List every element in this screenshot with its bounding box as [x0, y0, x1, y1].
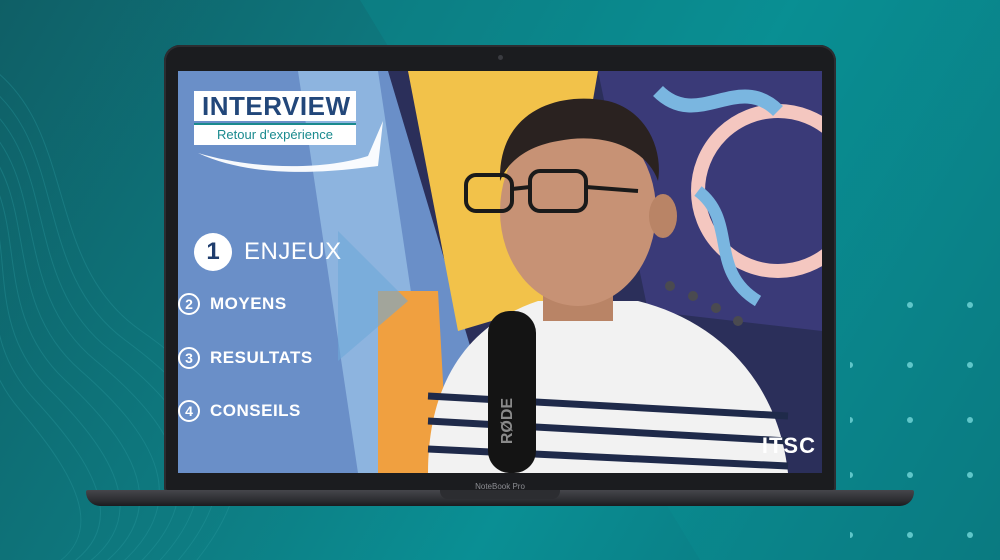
laptop-notch: [440, 490, 560, 499]
chapter-item-active[interactable]: 1 ENJEUX: [194, 233, 342, 271]
chapter-number: 2: [178, 293, 200, 315]
itsc-watermark: ITSC: [761, 433, 816, 458]
decorative-dots: [850, 302, 973, 538]
svg-text:RØDE: RØDE: [499, 398, 516, 445]
chapter-label: ENJEUX: [244, 238, 342, 265]
chapter-number: 4: [178, 400, 200, 422]
chapter-number: 3: [178, 347, 200, 369]
video-screen[interactable]: RØDE INTERVIEW Retour d'expérience 1 ENJ…: [178, 71, 822, 473]
chapter-item-4[interactable]: 4 CONSEILS: [178, 400, 301, 422]
laptop-model-label: NoteBook Pro: [475, 482, 525, 491]
chapter-item-3[interactable]: 3 RESULTATS: [178, 347, 313, 369]
webcam-icon: [498, 55, 503, 60]
chapter-label: CONSEILS: [210, 401, 301, 420]
chapter-item-2[interactable]: 2 MOYENS: [178, 293, 287, 315]
logo-subtitle: Retour d'expérience: [194, 123, 356, 145]
interview-logo: INTERVIEW Retour d'expérience: [194, 91, 356, 171]
chapter-number: 1: [194, 233, 232, 271]
logo-title: INTERVIEW: [194, 91, 356, 121]
chapter-label: RESULTATS: [210, 348, 313, 367]
chapter-label: MOYENS: [210, 294, 287, 313]
